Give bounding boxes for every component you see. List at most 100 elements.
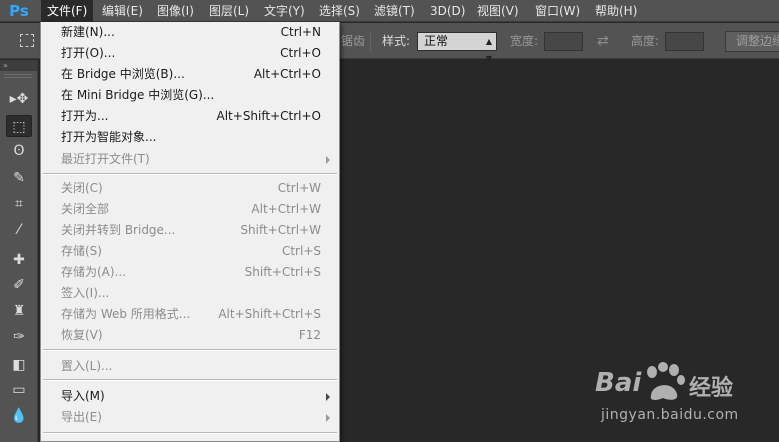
menu-item-shortcut: Ctrl+S [281, 244, 321, 258]
menu-item-save-for-web[interactable]: 存储为 Web 所用格式... Alt+Shift+Ctrl+S [41, 304, 339, 325]
submenu-arrow-icon [326, 393, 330, 401]
menu-divider [43, 432, 337, 434]
menu-bar: Ps 文件(F) 编辑(E) 图像(I) 图层(L) 文字(Y) 选择(S) 滤… [0, 0, 779, 22]
menu-type[interactable]: 文字(Y) [258, 0, 311, 22]
spot-healing-brush-tool-icon[interactable]: ✚ [6, 249, 32, 271]
menu-item-label: 签入(I)... [61, 286, 110, 300]
eraser-tool-icon[interactable]: ◧ [6, 354, 32, 376]
file-menu-dropdown: 新建(N)... Ctrl+N 打开(O)... Ctrl+O 在 Bridge… [40, 22, 340, 442]
history-brush-tool-icon[interactable]: ✑ [6, 326, 32, 348]
style-select[interactable]: 正常 ▲ ▼ [417, 32, 497, 63]
width-label: 宽度: [510, 34, 539, 48]
menu-item-shortcut: Ctrl+W [277, 181, 321, 195]
marquee-preset-icon[interactable] [20, 34, 34, 47]
style-select-value: 正常 [424, 34, 449, 48]
menu-item-shortcut: Alt+Ctrl+W [251, 202, 321, 216]
photoshop-logo-icon: Ps [9, 2, 29, 20]
menu-item-shortcut: Alt+Shift+Ctrl+O [216, 109, 321, 123]
menu-item-label: 置入(L)... [61, 359, 113, 373]
menu-item-close[interactable]: 关闭(C) Ctrl+W [41, 178, 339, 199]
menu-view[interactable]: 视图(V) [471, 0, 525, 22]
menu-item-label: 打开(O)... [61, 46, 116, 60]
menu-item-label: 最近打开文件(T) [61, 152, 150, 166]
menu-item-label: 存储为 Web 所用格式... [61, 307, 191, 321]
menu-item-label: 关闭全部 [61, 202, 110, 216]
menu-item-check-in[interactable]: 签入(I)... [41, 283, 339, 304]
clone-stamp-tool-icon[interactable]: ♜ [6, 300, 32, 322]
menu-item-import[interactable]: 导入(M) [41, 386, 339, 407]
menu-help[interactable]: 帮助(H) [589, 0, 643, 22]
menu-item-label: 恢复(V) [61, 328, 103, 342]
menu-layer[interactable]: 图层(L) [203, 0, 255, 22]
menu-item-label: 关闭(C) [61, 181, 103, 195]
menu-item-browse-in-bridge[interactable]: 在 Bridge 中浏览(B)... Alt+Ctrl+O [41, 64, 339, 85]
menu-file[interactable]: 文件(F) [41, 0, 94, 22]
menu-item-open-as-smart-object[interactable]: 打开为智能对象... [41, 127, 339, 148]
menu-item-export[interactable]: 导出(E) [41, 407, 339, 428]
menu-item-label: 存储为(A)... [61, 265, 127, 279]
menu-divider [43, 379, 337, 381]
menu-item-shortcut: Shift+Ctrl+S [244, 265, 321, 279]
menu-item-label: 导入(M) [61, 389, 105, 403]
menu-filter[interactable]: 滤镜(T) [368, 0, 421, 22]
toolbox: » ▸✥ ⬚ ʘ ✎ ⌗ ⁄ ✚ ✐ ♜ ✑ ◧ ▭ 💧 [0, 60, 38, 442]
swap-dimensions-icon[interactable]: ⇄ [597, 23, 609, 59]
watermark-brand-text: Bai [595, 368, 642, 398]
width-input[interactable] [544, 32, 583, 51]
refine-edge-button[interactable]: 调整边缘 [725, 31, 779, 52]
menu-item-revert[interactable]: 恢复(V) F12 [41, 325, 339, 346]
menu-item-shortcut: Shift+Ctrl+W [240, 223, 321, 237]
height-label: 高度: [631, 34, 660, 48]
gradient-tool-icon[interactable]: ▭ [6, 379, 32, 401]
lasso-tool-icon[interactable]: ʘ [6, 140, 32, 162]
menu-item-place[interactable]: 置入(L)... [41, 356, 339, 377]
crop-tool-icon[interactable]: ⌗ [6, 193, 32, 215]
menu-item-label: 在 Mini Bridge 中浏览(G)... [61, 88, 215, 102]
menu-item-close-all[interactable]: 关闭全部 Alt+Ctrl+W [41, 199, 339, 220]
menu-3d[interactable]: 3D(D) [424, 0, 471, 22]
menu-item-label: 在 Bridge 中浏览(B)... [61, 67, 185, 81]
menu-item-save[interactable]: 存储(S) Ctrl+S [41, 241, 339, 262]
move-tool-icon[interactable]: ▸✥ [6, 88, 32, 110]
blur-tool-icon[interactable]: 💧 [6, 405, 32, 427]
menu-item-label: 存储(S) [61, 244, 102, 258]
menu-item-shortcut: Alt+Shift+Ctrl+S [218, 307, 321, 321]
menu-select[interactable]: 选择(S) [313, 0, 366, 22]
options-divider [370, 31, 371, 51]
menu-item-open-as[interactable]: 打开为... Alt+Shift+Ctrl+O [41, 106, 339, 127]
menu-item-new[interactable]: 新建(N)... Ctrl+N [41, 22, 339, 43]
menu-item-browse-in-mini-bridge[interactable]: 在 Mini Bridge 中浏览(G)... [41, 85, 339, 106]
menu-item-save-as[interactable]: 存储为(A)... Shift+Ctrl+S [41, 262, 339, 283]
menu-image[interactable]: 图像(I) [151, 0, 200, 22]
baidu-jingyan-watermark: Bai 经验 jingyan.baidu.com [595, 362, 775, 432]
menu-item-label: 导出(E) [61, 410, 102, 424]
menu-window[interactable]: 窗口(W) [529, 0, 586, 22]
menu-item-label: 关闭并转到 Bridge... [61, 223, 176, 237]
quick-selection-tool-icon[interactable]: ✎ [6, 167, 32, 189]
style-label: 样式: [382, 34, 411, 48]
baidu-paw-icon [647, 362, 685, 400]
menu-edit[interactable]: 编辑(E) [96, 0, 149, 22]
menu-item-open[interactable]: 打开(O)... Ctrl+O [41, 43, 339, 64]
toolbox-collapse-icon[interactable]: » [0, 60, 38, 71]
anti-alias-label: 锯齿 [341, 34, 366, 48]
submenu-arrow-icon [326, 414, 330, 422]
menu-divider [43, 173, 337, 175]
menu-item-label: 打开为智能对象... [61, 130, 157, 144]
eyedropper-tool-icon[interactable]: ⁄ [6, 219, 32, 241]
menu-item-shortcut: Alt+Ctrl+O [253, 67, 321, 81]
rectangular-marquee-tool-icon[interactable]: ⬚ [6, 115, 32, 137]
menu-item-close-and-go-to-bridge[interactable]: 关闭并转到 Bridge... Shift+Ctrl+W [41, 220, 339, 241]
submenu-arrow-icon [326, 156, 330, 164]
menu-item-shortcut: F12 [298, 328, 321, 342]
watermark-url: jingyan.baidu.com [601, 407, 739, 423]
menu-item-shortcut: Ctrl+O [280, 46, 321, 60]
menu-item-recent-files[interactable]: 最近打开文件(T) [41, 149, 339, 170]
menu-divider [43, 349, 337, 351]
toolbox-grip[interactable] [4, 74, 32, 78]
menu-item-shortcut: Ctrl+N [280, 25, 321, 39]
height-input[interactable] [665, 32, 704, 51]
menu-item-label: 新建(N)... [61, 25, 115, 39]
brush-tool-icon[interactable]: ✐ [6, 274, 32, 296]
watermark-jingyan-text: 经验 [689, 376, 734, 401]
